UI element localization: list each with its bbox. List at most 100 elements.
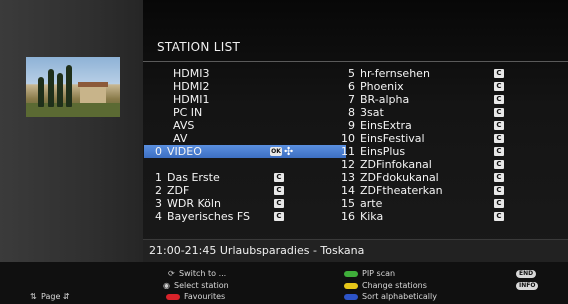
epg-info-bar: 21:00-21:45 Urlaubsparadies - Toskana — [143, 239, 568, 262]
station-row[interactable]: 1 Das Erste C — [144, 171, 346, 184]
station-row[interactable]: 15 arte C — [337, 197, 509, 210]
station-number: 6 — [348, 80, 355, 93]
left-panel — [0, 0, 143, 304]
station-name: PC IN — [173, 106, 203, 119]
red-key-icon — [166, 293, 180, 300]
station-row[interactable]: AV — [144, 132, 346, 145]
station-number: 5 — [348, 67, 355, 80]
cable-source-badge: C — [494, 212, 504, 221]
station-row[interactable]: 2 ZDF C — [144, 184, 346, 197]
station-row[interactable]: 14 ZDFtheaterkan C — [337, 184, 509, 197]
station-name: hr-fernsehen — [360, 67, 430, 80]
station-name: ZDFtheaterkan — [360, 184, 443, 197]
station-row[interactable]: 3 WDR Köln C — [144, 197, 346, 210]
green-key-icon — [344, 270, 358, 277]
station-name: Phoenix — [360, 80, 404, 93]
station-number: 15 — [341, 197, 355, 210]
select-station-hint[interactable]: ◉ Select station — [163, 281, 229, 291]
station-name: AV — [173, 132, 188, 145]
pip-scan-hint[interactable]: PIP scan — [344, 269, 395, 279]
end-key-icon: END — [516, 270, 537, 278]
station-row[interactable]: HDMI3 — [144, 67, 346, 80]
station-name: EinsExtra — [360, 119, 412, 132]
station-row[interactable]: 6 Phoenix C — [337, 80, 509, 93]
cable-source-badge: C — [494, 147, 504, 156]
channel-preview-image — [26, 57, 120, 117]
station-name: HDMI1 — [173, 93, 210, 106]
station-name: HDMI3 — [173, 67, 210, 80]
station-number: 11 — [341, 145, 355, 158]
station-row[interactable]: AVS — [144, 119, 346, 132]
station-row[interactable]: HDMI1 — [144, 93, 346, 106]
station-row[interactable]: 13 ZDFdokukanal C — [337, 171, 509, 184]
station-row[interactable]: 8 3sat C — [337, 106, 509, 119]
station-number: 1 — [155, 171, 162, 184]
station-number: 8 — [348, 106, 355, 119]
station-name: ZDF — [167, 184, 190, 197]
station-number: 10 — [341, 132, 355, 145]
station-name: Das Erste — [167, 171, 220, 184]
station-row[interactable]: 16 Kika C — [337, 210, 509, 223]
footer-hints: ⇅ Page ⇵ ⟳ Switch to ... ◉ Select station F… — [0, 262, 568, 304]
favourites-hint[interactable]: Favourites — [166, 292, 225, 302]
page-title: STATION LIST — [157, 40, 241, 54]
station-number: 12 — [341, 158, 355, 171]
epg-text: 21:00-21:45 Urlaubsparadies - Toskana — [149, 244, 365, 257]
station-name: BR-alpha — [360, 93, 410, 106]
station-name: AVS — [173, 119, 195, 132]
station-name: WDR Köln — [167, 197, 221, 210]
cable-source-badge: C — [494, 121, 504, 130]
station-name: ZDFdokukanal — [360, 171, 439, 184]
station-row[interactable]: 7 BR-alpha C — [337, 93, 509, 106]
station-row[interactable]: PC IN — [144, 106, 346, 119]
station-row[interactable]: 4 Bayerisches FS C — [144, 210, 346, 223]
cable-source-badge: C — [274, 199, 284, 208]
cable-source-badge: C — [274, 212, 284, 221]
cable-source-badge: C — [494, 82, 504, 91]
station-name: ZDFinfokanal — [360, 158, 432, 171]
station-name: arte — [360, 197, 383, 210]
cable-source-badge: C — [494, 160, 504, 169]
station-row[interactable]: 11 EinsPlus C — [337, 145, 509, 158]
station-name: VIDEO — [167, 145, 202, 158]
station-number: 4 — [155, 210, 162, 223]
station-number: 16 — [341, 210, 355, 223]
sort-alphabetically-hint[interactable]: Sort alphabetically — [344, 292, 437, 302]
cable-source-badge: C — [274, 186, 284, 195]
blue-key-icon — [344, 293, 358, 300]
station-name: HDMI2 — [173, 80, 210, 93]
station-name: Kika — [360, 210, 384, 223]
station-number: 13 — [341, 171, 355, 184]
station-number: 14 — [341, 184, 355, 197]
station-row[interactable]: 0 VIDEO OK ✣ — [144, 145, 346, 158]
station-number: 2 — [155, 184, 162, 197]
cable-source-badge: C — [494, 95, 504, 104]
cable-source-badge: C — [494, 173, 504, 182]
info-key-hint[interactable]: INFO — [516, 280, 539, 290]
station-row[interactable]: 12 ZDFinfokanal C — [337, 158, 509, 171]
end-key-hint[interactable]: END — [516, 268, 537, 278]
yellow-key-icon — [344, 282, 358, 289]
station-name: Bayerisches FS — [167, 210, 251, 223]
station-name: 3sat — [360, 106, 384, 119]
station-row[interactable]: HDMI2 — [144, 80, 346, 93]
cable-source-badge: C — [494, 108, 504, 117]
move-arrows-icon: ✣ — [284, 145, 294, 158]
change-stations-hint[interactable]: Change stations — [344, 281, 427, 291]
station-number: 0 — [155, 145, 162, 158]
title-divider — [143, 61, 568, 62]
info-key-icon: INFO — [516, 282, 539, 290]
station-row[interactable]: 9 EinsExtra C — [337, 119, 509, 132]
navigation-icon: ◉ — [163, 281, 170, 290]
station-row[interactable]: 5 hr-fernsehen C — [337, 67, 509, 80]
switch-to-hint[interactable]: ⟳ Switch to ... — [168, 269, 226, 279]
station-number: 9 — [348, 119, 355, 132]
station-number: 7 — [348, 93, 355, 106]
station-row[interactable]: 10 EinsFestival C — [337, 132, 509, 145]
page-up-down-icon: ⇅ — [30, 292, 37, 301]
station-name: EinsFestival — [360, 132, 425, 145]
cable-source-badge: C — [494, 134, 504, 143]
station-number: 3 — [155, 197, 162, 210]
ok-rotate-icon: ⟳ — [168, 269, 175, 278]
station-name: EinsPlus — [360, 145, 406, 158]
